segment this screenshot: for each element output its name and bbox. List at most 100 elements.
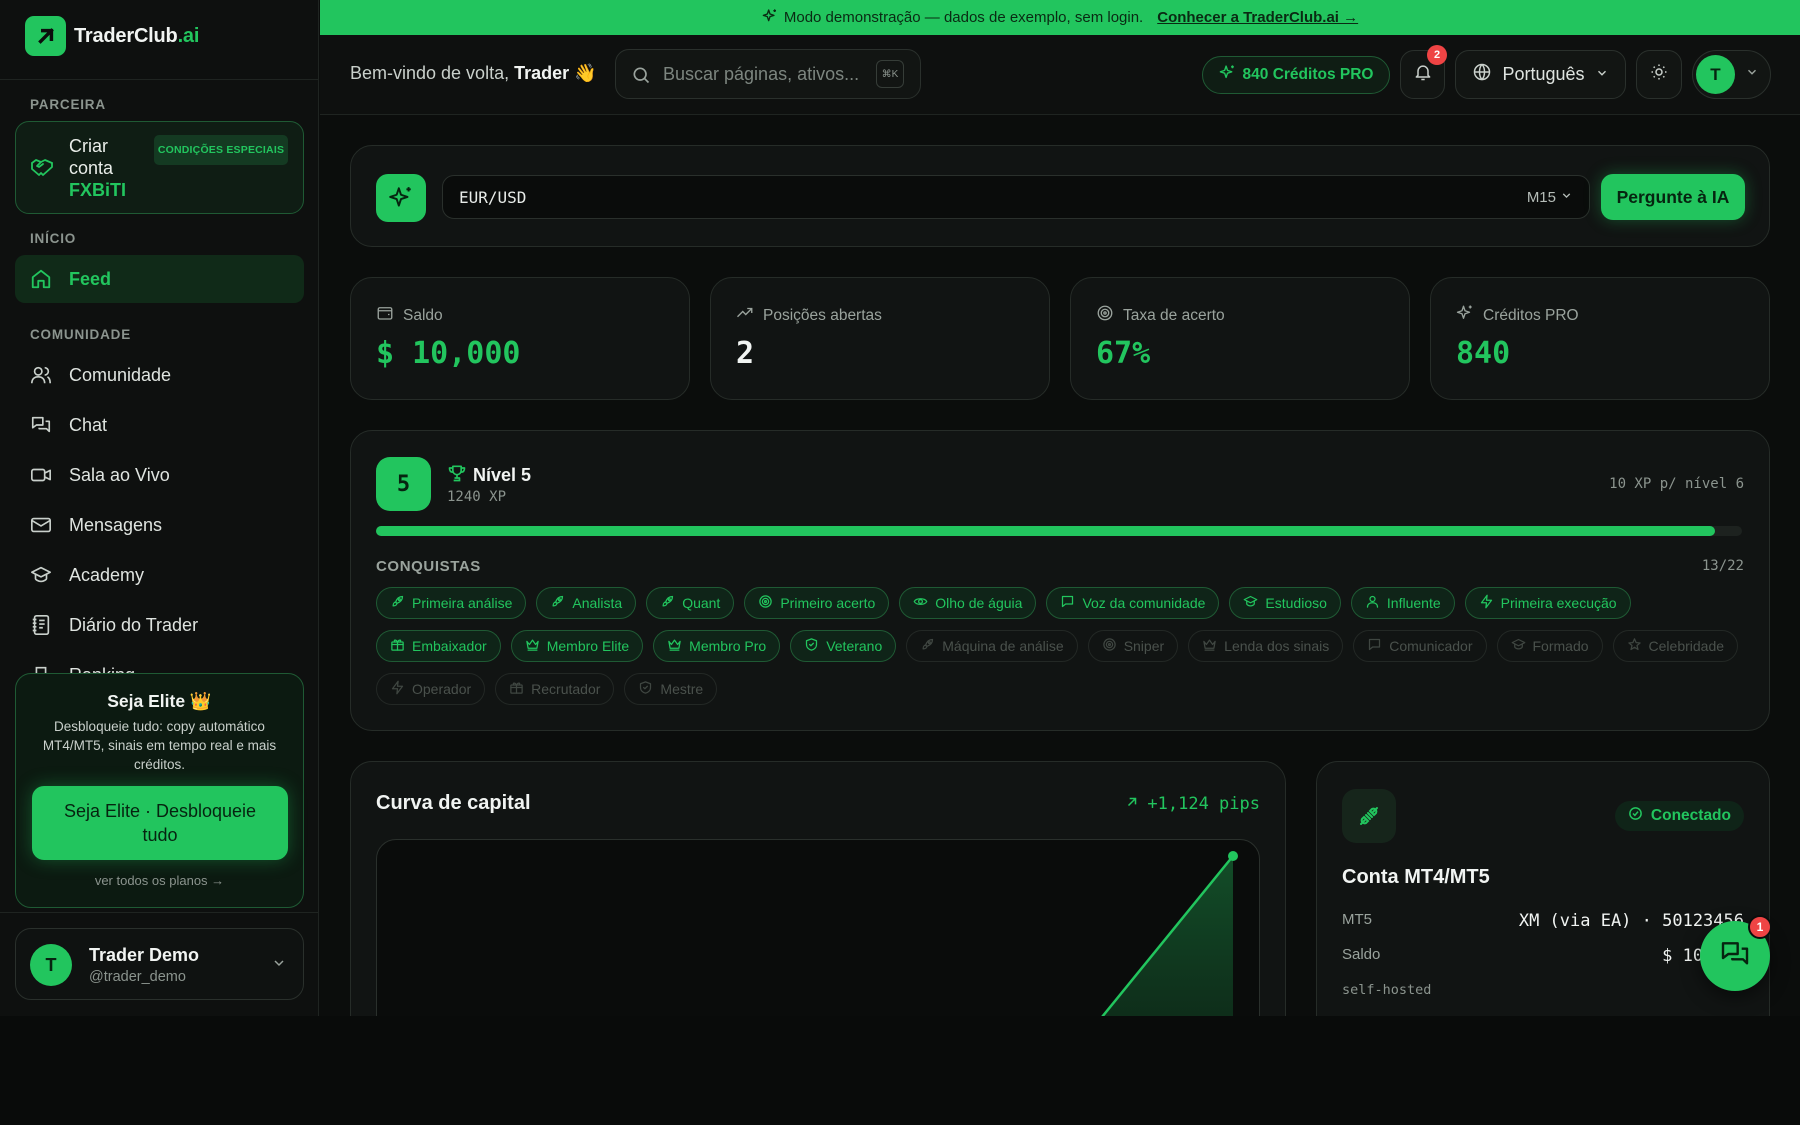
achievement-badge[interactable]: Veterano xyxy=(790,630,897,662)
wallet-icon xyxy=(376,304,394,327)
target-icon xyxy=(758,594,773,612)
stat-card-positions: Posições abertas 2 xyxy=(710,277,1050,400)
profile-menu[interactable]: T xyxy=(1692,50,1771,99)
achievement-label: Primeira análise xyxy=(412,595,513,611)
achievement-badge[interactable]: Embaixador xyxy=(376,630,501,662)
achievements-label: CONQUISTAS xyxy=(376,558,481,575)
achievement-label: Membro Pro xyxy=(689,638,767,654)
achievement-badge[interactable]: Membro Elite xyxy=(510,630,644,662)
achievement-label: Formado xyxy=(1532,638,1589,654)
graduation-cap-icon xyxy=(1243,594,1258,612)
equity-chart-svg xyxy=(1101,851,1238,1016)
search-placeholder: Buscar páginas, ativos... xyxy=(663,64,860,84)
achievement-badge[interactable]: Influente xyxy=(1350,587,1455,619)
video-icon xyxy=(29,463,53,487)
chevron-down-icon xyxy=(271,955,287,976)
plans-link[interactable]: ver todos os planos → xyxy=(16,873,303,888)
stat-label: Posições abertas xyxy=(736,304,882,327)
achievement-badge[interactable]: Analista xyxy=(536,587,637,619)
credits-button[interactable]: 840 Créditos PRO xyxy=(1202,56,1390,94)
user-menu[interactable]: T Trader Demo @trader_demo xyxy=(15,928,304,1000)
achievement-badge[interactable]: Máquina de análise xyxy=(906,630,1078,662)
search-icon xyxy=(631,65,651,90)
eye-icon xyxy=(913,594,928,612)
sidebar-item-label: Comunidade xyxy=(69,364,172,385)
rocket-icon xyxy=(660,594,675,612)
welcome-text: Bem-vindo de volta, Trader 👋 xyxy=(350,63,597,83)
sidebar-item-sala-ao-vivo[interactable]: Sala ao Vivo xyxy=(15,451,304,499)
avatar: T xyxy=(1696,55,1735,94)
achievement-badge[interactable]: Estudioso xyxy=(1229,587,1341,619)
logo[interactable]: TraderClub.ai xyxy=(25,16,199,56)
ask-ai-button[interactable]: Pergunte à IA xyxy=(1601,174,1745,220)
chevron-down-icon xyxy=(1595,64,1609,85)
check-circle-icon xyxy=(1628,806,1643,826)
chat-icon xyxy=(29,413,53,437)
partner-text: Criar conta FXBiTI xyxy=(69,135,149,201)
achievement-badge[interactable]: Primeira execução xyxy=(1464,587,1631,619)
sidebar-item-label: Feed xyxy=(69,268,112,289)
achievement-badge[interactable]: Primeiro acerto xyxy=(744,587,890,619)
sidebar: TraderClub.ai PARCEIRA Criar conta FXBiT… xyxy=(0,0,319,1016)
stat-label: Saldo xyxy=(376,304,443,327)
elite-upsell-card: Seja Elite 👑 Desbloqueie tudo: copy auto… xyxy=(15,673,304,908)
xp-progress-fill xyxy=(376,526,1715,536)
user-handle: @trader_demo xyxy=(89,969,186,985)
achievement-badge[interactable]: Lenda dos sinais xyxy=(1188,630,1344,662)
equity-line xyxy=(1101,855,1234,1016)
notifications-button[interactable]: 2 xyxy=(1400,45,1447,99)
handshake-icon xyxy=(30,155,54,184)
banner-link[interactable]: Conhecer a TraderClub.ai → xyxy=(1157,9,1358,26)
stat-value: 67% xyxy=(1096,336,1151,371)
xp-progress-bar xyxy=(376,526,1742,536)
account-row: Saldo $ 10,000 xyxy=(1342,946,1744,966)
crown-icon xyxy=(525,637,540,655)
achievement-label: Quant xyxy=(682,595,721,611)
logo-icon xyxy=(25,16,66,56)
theme-toggle[interactable] xyxy=(1636,50,1682,99)
achievement-label: Primeira execução xyxy=(1500,595,1617,611)
achievement-label: Operador xyxy=(412,681,472,697)
achievement-badge[interactable]: Operador xyxy=(376,673,486,705)
search-input[interactable]: Buscar páginas, ativos... ⌘K xyxy=(615,49,921,99)
achievement-badge[interactable]: Formado xyxy=(1496,630,1603,662)
achievement-badge[interactable]: Voz da comunidade xyxy=(1046,587,1220,619)
achievement-badge[interactable]: Recrutador xyxy=(495,673,615,705)
sidebar-item-diario[interactable]: Diário do Trader xyxy=(15,601,304,649)
stat-value: 840 xyxy=(1456,336,1511,371)
achievement-badge[interactable]: Sniper xyxy=(1087,630,1179,662)
sparkles-icon xyxy=(762,8,778,28)
achievement-badge[interactable]: Quant xyxy=(646,587,735,619)
achievement-badge[interactable]: Primeira análise xyxy=(376,587,527,619)
partner-brand: FXBiTI xyxy=(69,180,126,200)
message-icon xyxy=(1060,594,1075,612)
sidebar-item-feed[interactable]: Feed xyxy=(15,255,304,303)
achievement-badge[interactable]: Membro Pro xyxy=(653,630,781,662)
users-icon xyxy=(29,363,53,387)
chat-fab-button[interactable]: 1 xyxy=(1700,915,1772,991)
achievement-badge[interactable]: Comunicador xyxy=(1353,630,1487,662)
sidebar-item-mensagens[interactable]: Mensagens xyxy=(15,501,304,549)
sidebar-item-comunidade[interactable]: Comunidade xyxy=(15,351,304,399)
sidebar-item-chat[interactable]: Chat xyxy=(15,401,304,449)
partner-card[interactable]: Criar conta FXBiTI CONDIÇÕES ESPECIAIS xyxy=(15,121,304,214)
sidebar-item-academy[interactable]: Academy xyxy=(15,551,304,599)
achievement-badge[interactable]: Mestre xyxy=(624,673,718,705)
achievement-badge[interactable]: Celebridade xyxy=(1612,630,1739,662)
achievements-count: 13/22 xyxy=(1701,558,1744,574)
sidebar-item-label: Sala ao Vivo xyxy=(69,464,170,485)
stat-label: Créditos PRO xyxy=(1456,304,1579,327)
target-icon xyxy=(1102,637,1117,655)
achievement-badge[interactable]: Olho de águia xyxy=(899,587,1037,619)
symbol-input[interactable]: EUR/USD M15 xyxy=(442,175,1590,219)
achievement-label: Mestre xyxy=(660,681,704,697)
timeframe-select[interactable]: M15 xyxy=(1527,189,1573,206)
sidebar-item-label: Chat xyxy=(69,414,108,435)
stat-card-hit-rate: Taxa de acerto 67% xyxy=(1070,277,1410,400)
elite-upgrade-button[interactable]: Seja Elite · Desbloqueie tudo xyxy=(32,786,288,860)
language-select[interactable]: Português xyxy=(1455,50,1626,99)
achievement-label: Recrutador xyxy=(531,681,601,697)
section-label-community: COMUNIDADE xyxy=(30,327,131,342)
sparkles-icon xyxy=(1456,304,1474,327)
trophy-icon xyxy=(447,463,467,488)
